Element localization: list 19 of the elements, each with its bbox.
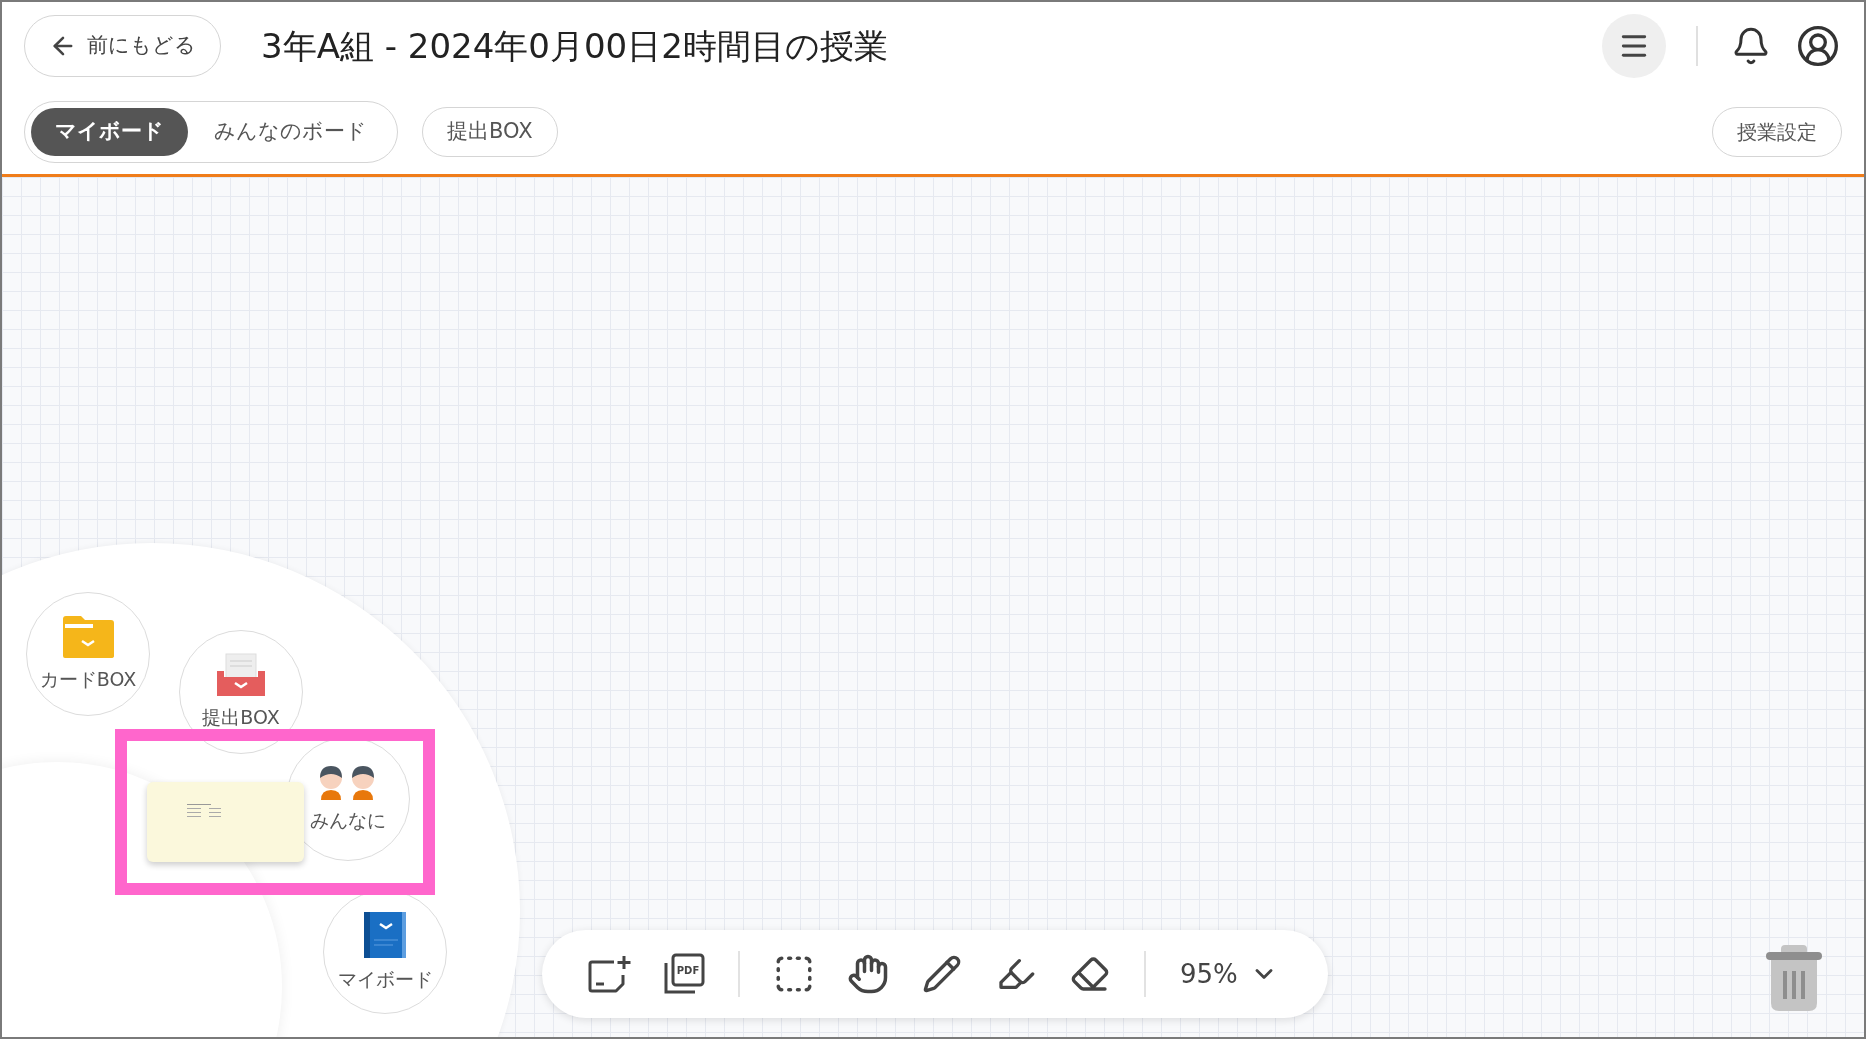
board-tab[interactable]: みんなのボード xyxy=(190,108,391,156)
trash-button[interactable] xyxy=(1766,944,1822,1012)
pencil-icon xyxy=(922,954,962,994)
card-thumbnail[interactable] xyxy=(147,782,304,862)
notebook-icon xyxy=(363,910,407,959)
board-canvas[interactable]: カードBOX 提出BOX みんなに マイボード PDF 95% xyxy=(2,177,1864,1037)
pdf-button[interactable]: PDF xyxy=(656,946,712,1002)
lesson-title: 3年A組 - 2024年0月00日2時間目の授業 xyxy=(261,24,888,68)
zoom-dropdown[interactable]: 95% xyxy=(1180,954,1278,994)
hand-icon xyxy=(847,953,889,995)
trash-icon xyxy=(1766,945,1822,1011)
board-tab[interactable]: マイボード xyxy=(31,108,188,156)
tray-icon xyxy=(216,652,266,697)
user-icon xyxy=(1796,24,1840,68)
add-card-icon xyxy=(588,955,632,993)
folder-icon xyxy=(61,614,115,659)
eraser-icon xyxy=(1070,954,1110,994)
submit-box-button[interactable]: 提出BOX xyxy=(422,107,558,157)
lesson-settings-button[interactable]: 授業設定 xyxy=(1712,107,1842,157)
